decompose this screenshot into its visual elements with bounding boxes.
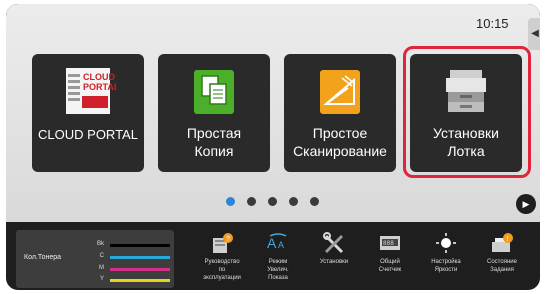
app-label-line: Простое [312, 125, 368, 141]
page-indicator [226, 197, 319, 206]
clock: 10:15 [476, 16, 509, 31]
shortcut-label-line: Режим [268, 259, 288, 265]
play-arrow-icon: ▶ [522, 199, 530, 209]
app-label-line: Копия [194, 143, 234, 159]
bottom-shortcuts: ? Руководство по эксплуатации A A Режим … [196, 226, 536, 288]
page-dot[interactable] [310, 197, 319, 206]
side-panel-tab[interactable]: ◀ [528, 18, 540, 50]
svg-text:A: A [267, 235, 277, 251]
app-simple-copy[interactable]: Простая Копия [158, 54, 270, 172]
home-screen: 10:15 ◀ CLOUD PORTAL CLOUD PORTAL Проста… [6, 4, 540, 222]
logo-text-line: PORTAL [83, 82, 116, 92]
toner-key: Y [99, 276, 104, 282]
shortcut-label-line: Общий [380, 259, 400, 265]
toner-level-panel[interactable]: Кол.Тонера Bk C M Y [16, 230, 174, 288]
svg-text:?: ? [226, 236, 230, 243]
svg-text:888: 888 [383, 240, 394, 247]
toner-key: M [99, 265, 104, 271]
logo-text-line: CLOUD [83, 72, 115, 82]
svg-text:!: ! [507, 236, 509, 243]
settings-button[interactable]: Установки [308, 226, 360, 288]
shortcut-label-line: Руководство [204, 259, 240, 265]
app-label-line: Сканирование [293, 143, 387, 159]
toner-key: C [99, 253, 104, 259]
toner-key: Bk [96, 241, 104, 247]
shortcut-label-line: Яркости [434, 267, 458, 273]
toner-bar [110, 268, 170, 271]
shortcut-label-line: Показа [268, 275, 288, 281]
counter-icon: 888 [380, 236, 400, 250]
settings-tools-icon [323, 232, 344, 254]
shortcut-label-line: эксплуатации [203, 275, 241, 281]
toner-bar [110, 244, 170, 247]
brightness-icon [436, 233, 456, 253]
shortcut-label-line: Состояние [487, 259, 517, 265]
copy-icon [194, 70, 234, 114]
shortcut-label-line: Установки [319, 259, 349, 265]
page-dot[interactable] [247, 197, 256, 206]
job-status-icon: ! [492, 233, 513, 252]
operation-guide-button[interactable]: ? Руководство по эксплуатации [196, 226, 248, 288]
scan-icon [320, 70, 360, 114]
selection-highlight [403, 46, 531, 178]
job-status-button[interactable]: ! Состояние Задания [476, 226, 528, 288]
brightness-button[interactable]: Настройка Яркости [420, 226, 472, 288]
toner-bar [110, 256, 170, 259]
app-label-line: Простая [186, 125, 242, 141]
toner-title: Кол.Тонера [24, 254, 62, 261]
chevron-left-icon: ◀ [531, 28, 539, 39]
shortcut-label-line: Задания [490, 267, 514, 273]
page-dot[interactable] [289, 197, 298, 206]
app-label: CLOUD PORTAL [38, 127, 138, 142]
zoom-display-icon: A A [267, 233, 287, 251]
page-dot[interactable] [268, 197, 277, 206]
total-count-button[interactable]: 888 Общий Счетчик [364, 226, 416, 288]
shortcut-label-line: Увелич. [267, 267, 289, 273]
shortcut-label-line: по [218, 267, 226, 273]
device-panel: 10:15 ◀ CLOUD PORTAL CLOUD PORTAL Проста… [6, 4, 540, 290]
cloud-portal-logo-icon: CLOUD PORTAL [66, 68, 116, 114]
manual-icon: ? [213, 233, 233, 253]
shortcut-label-line: Настройка [431, 259, 461, 265]
app-cloud-portal[interactable]: CLOUD PORTAL CLOUD PORTAL [32, 54, 144, 172]
zoom-display-button[interactable]: A A Режим Увелич. Показа [252, 226, 304, 288]
svg-text:A: A [278, 240, 284, 250]
next-page-button[interactable]: ▶ [516, 194, 536, 214]
toner-bar [110, 279, 170, 282]
page-dot[interactable] [226, 197, 235, 206]
shortcut-label-line: Счетчик [378, 267, 402, 273]
app-simple-scan[interactable]: Простое Сканирование [284, 54, 396, 172]
